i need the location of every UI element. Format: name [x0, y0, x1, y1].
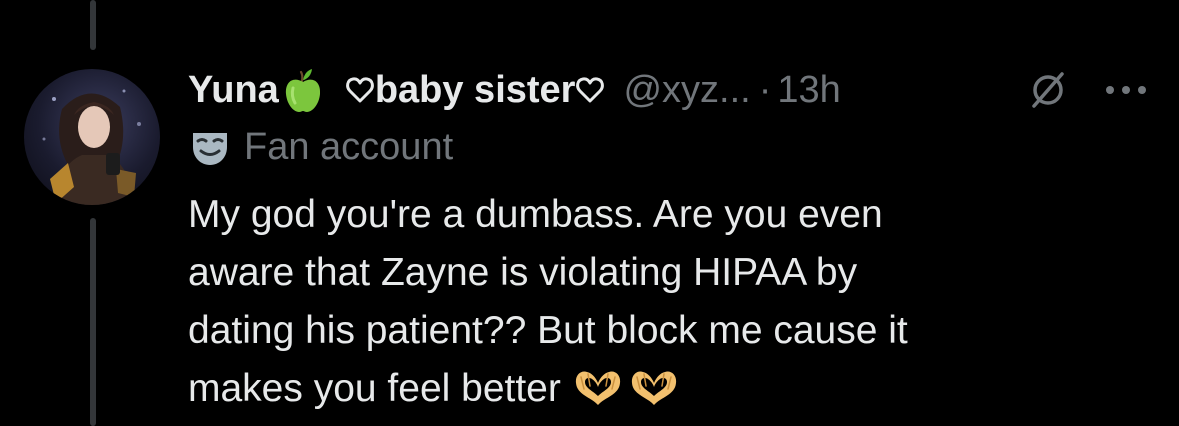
account-label: Fan account [190, 124, 453, 170]
avatar[interactable] [24, 69, 160, 205]
avatar-image [42, 89, 141, 205]
tweet-text-line-last: makes you feel better [188, 360, 1158, 418]
heart-hands-icon [573, 367, 623, 407]
tweet-text: My god you're a dumbass. Are you even aw… [188, 186, 1158, 418]
thread-connector-bottom [90, 218, 96, 426]
display-name-suffix-group[interactable]: baby sister [345, 69, 606, 112]
tweet-header: Yuna baby sister @xyz... · 13h [188, 62, 841, 118]
tweet-text-line: makes you feel better [188, 367, 561, 410]
user-handle[interactable]: @xyz... [623, 69, 750, 112]
timestamp[interactable]: 13h [777, 69, 840, 112]
outline-heart-icon [575, 75, 605, 105]
display-name[interactable]: Yuna [188, 69, 279, 112]
no-entry-icon[interactable] [1026, 68, 1070, 112]
performing-arts-mask-icon [190, 127, 230, 167]
account-label-text: Fan account [244, 125, 454, 168]
green-apple-icon [283, 66, 323, 114]
display-name-suffix: baby sister [374, 68, 576, 111]
thread-connector-top [90, 0, 96, 50]
outline-heart-icon [345, 75, 375, 105]
tweet-text-line: aware that Zayne is violating HIPAA by [188, 251, 858, 294]
tweet-text-line: dating his patient?? But block me cause … [188, 309, 908, 352]
heart-hands-icon [629, 367, 679, 407]
tweet-text-line: My god you're a dumbass. Are you even [188, 193, 883, 236]
separator-dot: · [758, 68, 772, 111]
more-dots-icon[interactable] [1103, 80, 1149, 100]
